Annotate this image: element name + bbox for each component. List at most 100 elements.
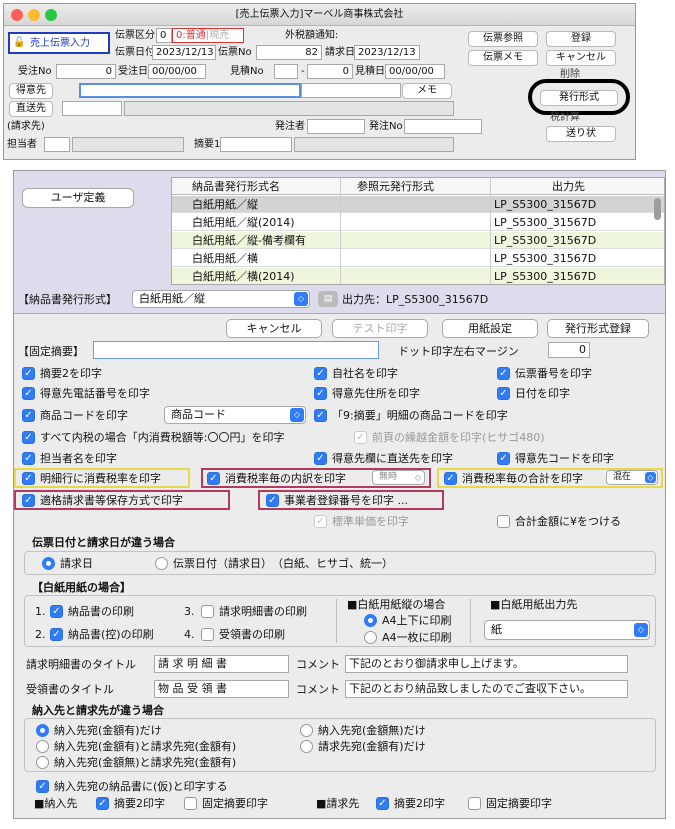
table-row[interactable]: 白紙用紙／横(2014) LP_S5300_31567D bbox=[172, 268, 664, 284]
bill-title-input[interactable]: 請 求 明 細 書 bbox=[154, 655, 289, 673]
table-scrollbar[interactable] bbox=[654, 198, 661, 220]
bill-date-input[interactable]: 2023/12/13 bbox=[354, 45, 420, 60]
slip-memo-button[interactable]: 伝票メモ bbox=[468, 50, 538, 66]
invoice-checkbox[interactable]: ✓ bbox=[22, 494, 35, 507]
date-checkbox[interactable]: ✓ bbox=[497, 387, 510, 400]
direct-ship-button[interactable]: 直送先 bbox=[9, 101, 53, 117]
dest-noprice-only-radio[interactable] bbox=[300, 724, 313, 737]
code-checkbox[interactable]: ✓ bbox=[22, 409, 35, 422]
bill-date-radio[interactable] bbox=[42, 557, 55, 570]
seikyu-fixed-checkbox[interactable] bbox=[468, 797, 481, 810]
vertical-title: ■白紙用紙縦の場合 bbox=[347, 598, 446, 611]
est-date-input[interactable]: 00/00/00 bbox=[385, 64, 445, 79]
bill-comment-input[interactable]: 下記のとおり御請求申し上げます。 bbox=[345, 655, 628, 673]
zoom-window-button[interactable] bbox=[45, 9, 57, 21]
recv-comment-input[interactable]: 下記のとおり納品致しましたのでご査収下さい。 bbox=[345, 680, 628, 698]
customer-name-input[interactable] bbox=[301, 83, 401, 98]
person-code-input[interactable] bbox=[44, 137, 70, 152]
po-input[interactable] bbox=[404, 119, 482, 134]
customer-button[interactable]: 得意先 bbox=[9, 83, 53, 99]
dest-and-bill-radio[interactable] bbox=[36, 740, 49, 753]
a4-single-radio[interactable] bbox=[364, 631, 377, 644]
a4-updown-radio[interactable] bbox=[364, 614, 377, 627]
dest-only-radio[interactable] bbox=[36, 724, 49, 737]
fixed-summary-input[interactable] bbox=[93, 341, 379, 359]
highlight-oval bbox=[528, 79, 630, 115]
cust-code-checkbox[interactable]: ✓ bbox=[497, 452, 510, 465]
slip-kbn-text2: |現売 bbox=[205, 30, 230, 41]
slip-date-input[interactable]: 2023/12/13 bbox=[152, 45, 216, 60]
memo-button[interactable]: メモ bbox=[402, 83, 452, 99]
print-bill-detail-checkbox[interactable] bbox=[201, 605, 214, 618]
direct-checkbox[interactable]: ✓ bbox=[314, 452, 327, 465]
tax-total-label: 消費税率毎の合計を印字 bbox=[462, 472, 583, 485]
est-no-prefix-input[interactable] bbox=[274, 64, 298, 79]
print-receipt-checkbox[interactable] bbox=[201, 628, 214, 641]
send-slip-button[interactable]: 送り状 bbox=[546, 126, 616, 142]
order-date-input[interactable]: 00/00/00 bbox=[148, 64, 206, 79]
format-select[interactable]: 白紙用紙／縦 ◇ bbox=[132, 290, 310, 308]
register-format-button[interactable]: 発行形式登録 bbox=[547, 319, 649, 338]
person-name-input bbox=[72, 137, 184, 152]
divider bbox=[336, 599, 337, 643]
col-divider bbox=[340, 178, 341, 284]
inner-tax-checkbox[interactable]: ✓ bbox=[22, 431, 35, 444]
table-row[interactable]: 白紙用紙／縦-備考欄有 LP_S5300_31567D bbox=[172, 232, 664, 249]
code-select[interactable]: 商品コード ◇ bbox=[164, 406, 306, 424]
direct-ship-code-input[interactable] bbox=[62, 101, 122, 116]
recv-title-input[interactable]: 物 品 受 領 書 bbox=[154, 680, 289, 698]
summary9-checkbox[interactable]: ✓ bbox=[314, 409, 327, 422]
tax-calc-button[interactable]: 税計算 bbox=[550, 111, 580, 125]
format-table[interactable]: 納品書発行形式名 参照元発行形式 出力先 白紙用紙／縦 LP_S5300_315… bbox=[171, 177, 665, 285]
paper-setting-button[interactable]: 用紙設定 bbox=[442, 319, 538, 338]
seikyu-summary2-checkbox[interactable]: ✓ bbox=[376, 797, 389, 810]
tel-checkbox[interactable]: ✓ bbox=[22, 387, 35, 400]
register-button[interactable]: 登録 bbox=[546, 31, 616, 47]
bill-only-radio[interactable] bbox=[300, 740, 313, 753]
summary2-checkbox[interactable]: ✓ bbox=[22, 367, 35, 380]
print-delivery-checkbox[interactable]: ✓ bbox=[50, 605, 63, 618]
slip-ref-button[interactable]: 伝票参照 bbox=[468, 31, 538, 47]
printer-icon[interactable]: ▤ bbox=[318, 291, 338, 307]
row-output: LP_S5300_31567D bbox=[494, 252, 597, 265]
slip-kbn-select[interactable]: 0:普通|現売 bbox=[172, 28, 244, 43]
minimize-window-button[interactable] bbox=[28, 9, 40, 21]
nounyu-fixed-checkbox[interactable] bbox=[184, 797, 197, 810]
slip-kbn-input[interactable]: 0 bbox=[156, 28, 172, 43]
cancel-button[interactable]: キャンセル bbox=[546, 50, 616, 66]
yen-checkbox[interactable] bbox=[497, 515, 510, 528]
cancel-button[interactable]: キャンセル bbox=[226, 319, 322, 338]
user-define-button[interactable]: ユーザ定義 bbox=[22, 188, 134, 208]
address-checkbox[interactable]: ✓ bbox=[314, 387, 327, 400]
print-delivery-copy-checkbox[interactable]: ✓ bbox=[50, 628, 63, 641]
order-no-input[interactable]: 0 bbox=[56, 64, 116, 79]
provisional-checkbox[interactable]: ✓ bbox=[36, 780, 49, 793]
tax-breakdown-checkbox[interactable]: ✓ bbox=[207, 472, 220, 485]
slip-no-input[interactable]: 82 bbox=[256, 45, 322, 60]
reg-no-checkbox[interactable]: ✓ bbox=[266, 494, 279, 507]
customer-code-input[interactable] bbox=[79, 83, 301, 98]
tax-total-checkbox[interactable]: ✓ bbox=[444, 472, 457, 485]
table-row[interactable]: 白紙用紙／横 LP_S5300_31567D bbox=[172, 250, 664, 267]
slip-no-label: 伝票No bbox=[218, 47, 252, 58]
tax-breakdown-label: 消費税率毎の内訳を印字 bbox=[225, 472, 346, 485]
close-window-button[interactable] bbox=[11, 9, 23, 21]
slip-no-checkbox[interactable]: ✓ bbox=[497, 367, 510, 380]
person-checkbox[interactable]: ✓ bbox=[22, 452, 35, 465]
est-no-input[interactable]: 0 bbox=[307, 64, 353, 79]
table-row[interactable]: 白紙用紙／縦(2014) LP_S5300_31567D bbox=[172, 214, 664, 231]
tax-breakdown-select[interactable]: 無時 ◇ bbox=[372, 470, 425, 485]
table-row[interactable]: 白紙用紙／縦 LP_S5300_31567D bbox=[172, 196, 664, 213]
reg-no-label[interactable]: 事業者登録番号を印字 ... bbox=[284, 493, 408, 508]
tax-total-select[interactable]: 混在 ◇ bbox=[606, 470, 658, 485]
company-checkbox[interactable]: ✓ bbox=[314, 367, 327, 380]
dest-noprice-bill-radio[interactable] bbox=[36, 756, 49, 769]
orderer-input[interactable] bbox=[307, 119, 365, 134]
line-tax-checkbox[interactable]: ✓ bbox=[22, 472, 35, 485]
dot-margin-input[interactable]: 0 bbox=[548, 342, 590, 358]
blank-paper-title: 【白紙用紙の場合】 bbox=[32, 581, 131, 594]
dest-select[interactable]: 紙 ◇ bbox=[484, 620, 650, 640]
slip-date-radio[interactable] bbox=[155, 557, 168, 570]
summary1-input[interactable] bbox=[220, 137, 292, 152]
nounyu-summary2-checkbox[interactable]: ✓ bbox=[96, 797, 109, 810]
